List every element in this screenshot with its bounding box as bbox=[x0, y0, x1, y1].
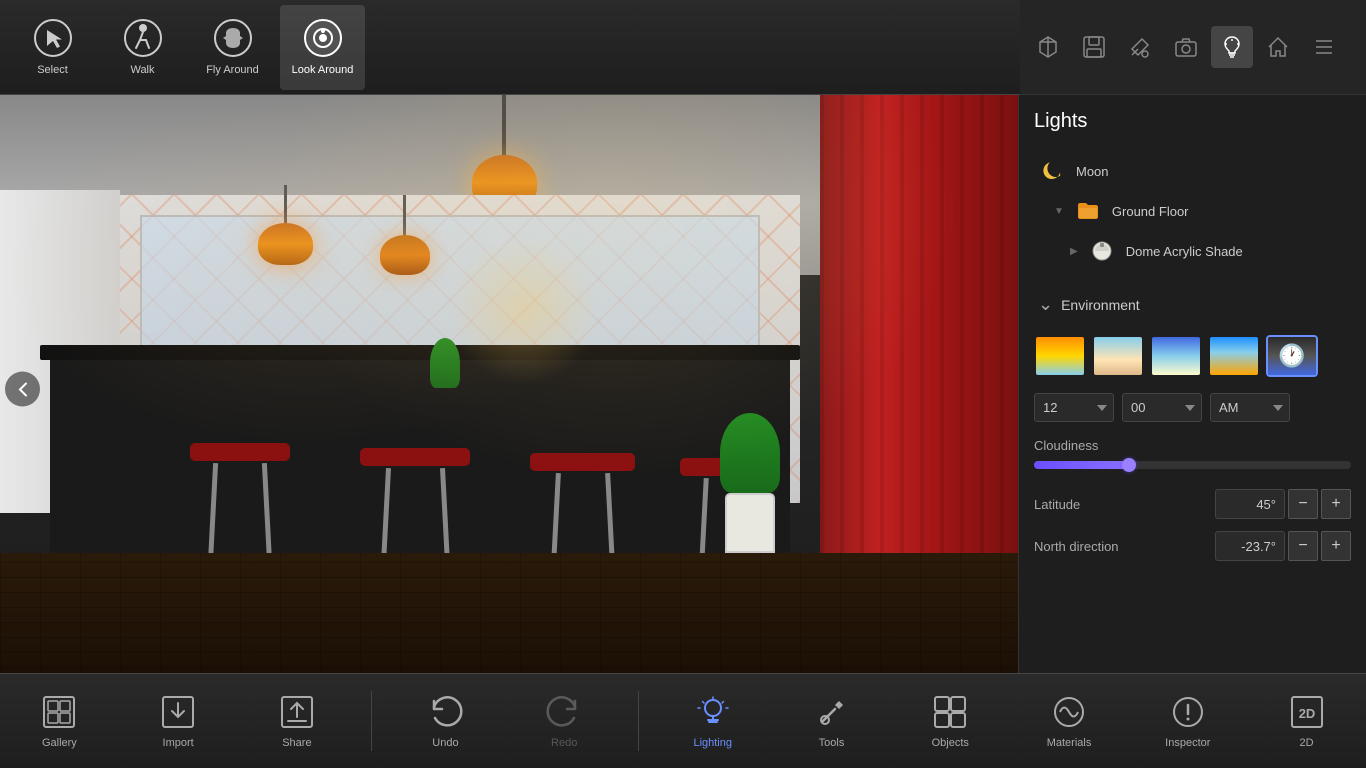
preset-morning[interactable] bbox=[1092, 335, 1144, 377]
panel-tab-camera[interactable] bbox=[1165, 26, 1207, 68]
bottom-btn-redo[interactable]: Redo bbox=[519, 679, 609, 764]
preset-noon[interactable] bbox=[1150, 335, 1202, 377]
right-panel: Lights Moon ▼ G bbox=[1018, 0, 1366, 768]
tool-fly-around[interactable]: Fly Around bbox=[190, 5, 275, 90]
tool-walk-label: Walk bbox=[130, 64, 154, 76]
scene-overlay bbox=[0, 95, 1020, 683]
environment-header[interactable]: ⌄ Environment bbox=[1034, 286, 1351, 323]
bottom-btn-materials[interactable]: Materials bbox=[1024, 679, 1114, 764]
panel-tab-objects[interactable] bbox=[1027, 26, 1069, 68]
bottom-btn-gallery[interactable]: Gallery bbox=[14, 679, 104, 764]
ground-floor-arrow: ▼ bbox=[1054, 206, 1064, 217]
latitude-label: Latitude bbox=[1034, 497, 1215, 512]
folder-icon bbox=[1074, 197, 1102, 225]
moon-label: Moon bbox=[1076, 164, 1109, 179]
2d-label: 2D bbox=[1300, 737, 1314, 749]
env-chevron-icon: ⌄ bbox=[1038, 294, 1053, 315]
latitude-input[interactable] bbox=[1215, 489, 1285, 519]
nav-arrow-left[interactable] bbox=[5, 372, 40, 407]
tool-look-around[interactable]: Look Around bbox=[280, 5, 365, 90]
undo-label: Undo bbox=[432, 737, 458, 749]
bottom-btn-2d[interactable]: 2D 2D bbox=[1262, 679, 1352, 764]
kitchen-scene bbox=[0, 95, 1020, 683]
bottom-btn-inspector[interactable]: Inspector bbox=[1143, 679, 1233, 764]
cloudiness-label: Cloudiness bbox=[1034, 438, 1351, 453]
time-row: 12010203 04050607 08091011 00153045 AMPM bbox=[1034, 393, 1351, 422]
panel-content: Lights Moon ▼ G bbox=[1019, 95, 1366, 768]
panel-tab-light[interactable] bbox=[1211, 26, 1253, 68]
latitude-group: − + bbox=[1215, 489, 1351, 519]
bottom-btn-undo[interactable]: Undo bbox=[400, 679, 490, 764]
latitude-row: Latitude − + bbox=[1034, 489, 1351, 519]
tool-look-around-label: Look Around bbox=[292, 64, 354, 76]
panel-tab-list[interactable] bbox=[1303, 26, 1345, 68]
tool-fly-around-label: Fly Around bbox=[206, 64, 259, 76]
redo-label: Redo bbox=[551, 737, 577, 749]
light-item-dome[interactable]: ▶ Dome Acrylic Shade bbox=[1034, 231, 1351, 271]
inspector-label: Inspector bbox=[1165, 737, 1210, 749]
north-direction-label: North direction bbox=[1034, 539, 1215, 554]
preset-sunrise[interactable] bbox=[1034, 335, 1086, 377]
bottom-btn-tools[interactable]: Tools bbox=[787, 679, 877, 764]
light-tree: Moon ▼ Ground Floor ▶ bbox=[1034, 151, 1351, 271]
cloudiness-thumb[interactable] bbox=[1122, 458, 1136, 472]
dome-icon bbox=[1088, 237, 1116, 265]
toolbar-divider-2 bbox=[638, 691, 639, 751]
svg-text:2D: 2D bbox=[1298, 706, 1315, 721]
north-direction-increase-btn[interactable]: + bbox=[1321, 531, 1351, 561]
environment-section: ⌄ Environment 🕛 bbox=[1034, 286, 1351, 561]
panel-tabs bbox=[1019, 0, 1366, 95]
north-direction-decrease-btn[interactable]: − bbox=[1288, 531, 1318, 561]
hour-select[interactable]: 12010203 04050607 08091011 bbox=[1034, 393, 1114, 422]
tool-select-label: Select bbox=[37, 64, 68, 76]
ground-floor-label: Ground Floor bbox=[1112, 204, 1189, 219]
period-select[interactable]: AMPM bbox=[1210, 393, 1290, 422]
minute-select[interactable]: 00153045 bbox=[1122, 393, 1202, 422]
environment-label: Environment bbox=[1061, 297, 1140, 313]
tools-label: Tools bbox=[819, 737, 845, 749]
panel-tab-home[interactable] bbox=[1257, 26, 1299, 68]
bottom-btn-lighting[interactable]: Lighting bbox=[668, 679, 758, 764]
panel-tab-save[interactable] bbox=[1073, 26, 1115, 68]
objects-label: Objects bbox=[932, 737, 969, 749]
tool-select[interactable]: Select bbox=[10, 5, 95, 90]
lights-title: Lights bbox=[1034, 110, 1351, 133]
bottom-btn-objects[interactable]: Objects bbox=[905, 679, 995, 764]
materials-label: Materials bbox=[1047, 737, 1092, 749]
gallery-label: Gallery bbox=[42, 737, 77, 749]
time-presets: 🕛 bbox=[1034, 335, 1351, 377]
north-direction-group: − + bbox=[1215, 531, 1351, 561]
lighting-label: Lighting bbox=[693, 737, 732, 749]
top-toolbar: Select Walk Fly Around Look Around bbox=[0, 0, 1020, 95]
bottom-btn-import[interactable]: Import bbox=[133, 679, 223, 764]
share-label: Share bbox=[282, 737, 311, 749]
viewport[interactable] bbox=[0, 95, 1020, 683]
bottom-btn-share[interactable]: Share bbox=[252, 679, 342, 764]
dome-label: Dome Acrylic Shade bbox=[1126, 244, 1243, 259]
bottom-toolbar: Gallery Import Share Undo Redo bbox=[0, 673, 1366, 768]
moon-icon bbox=[1038, 157, 1066, 185]
cloudiness-fill bbox=[1034, 461, 1129, 469]
cloudiness-slider[interactable] bbox=[1034, 461, 1351, 469]
toolbar-divider-1 bbox=[371, 691, 372, 751]
latitude-increase-btn[interactable]: + bbox=[1321, 489, 1351, 519]
latitude-decrease-btn[interactable]: − bbox=[1288, 489, 1318, 519]
import-label: Import bbox=[163, 737, 194, 749]
light-item-moon[interactable]: Moon bbox=[1034, 151, 1351, 191]
north-direction-row: North direction − + bbox=[1034, 531, 1351, 561]
light-item-ground-floor[interactable]: ▼ Ground Floor bbox=[1034, 191, 1351, 231]
preset-custom-clock[interactable]: 🕛 bbox=[1266, 335, 1318, 377]
dome-expand-arrow: ▶ bbox=[1070, 246, 1078, 257]
tool-walk[interactable]: Walk bbox=[100, 5, 185, 90]
panel-tab-paint[interactable] bbox=[1119, 26, 1161, 68]
preset-afternoon[interactable] bbox=[1208, 335, 1260, 377]
north-direction-input[interactable] bbox=[1215, 531, 1285, 561]
